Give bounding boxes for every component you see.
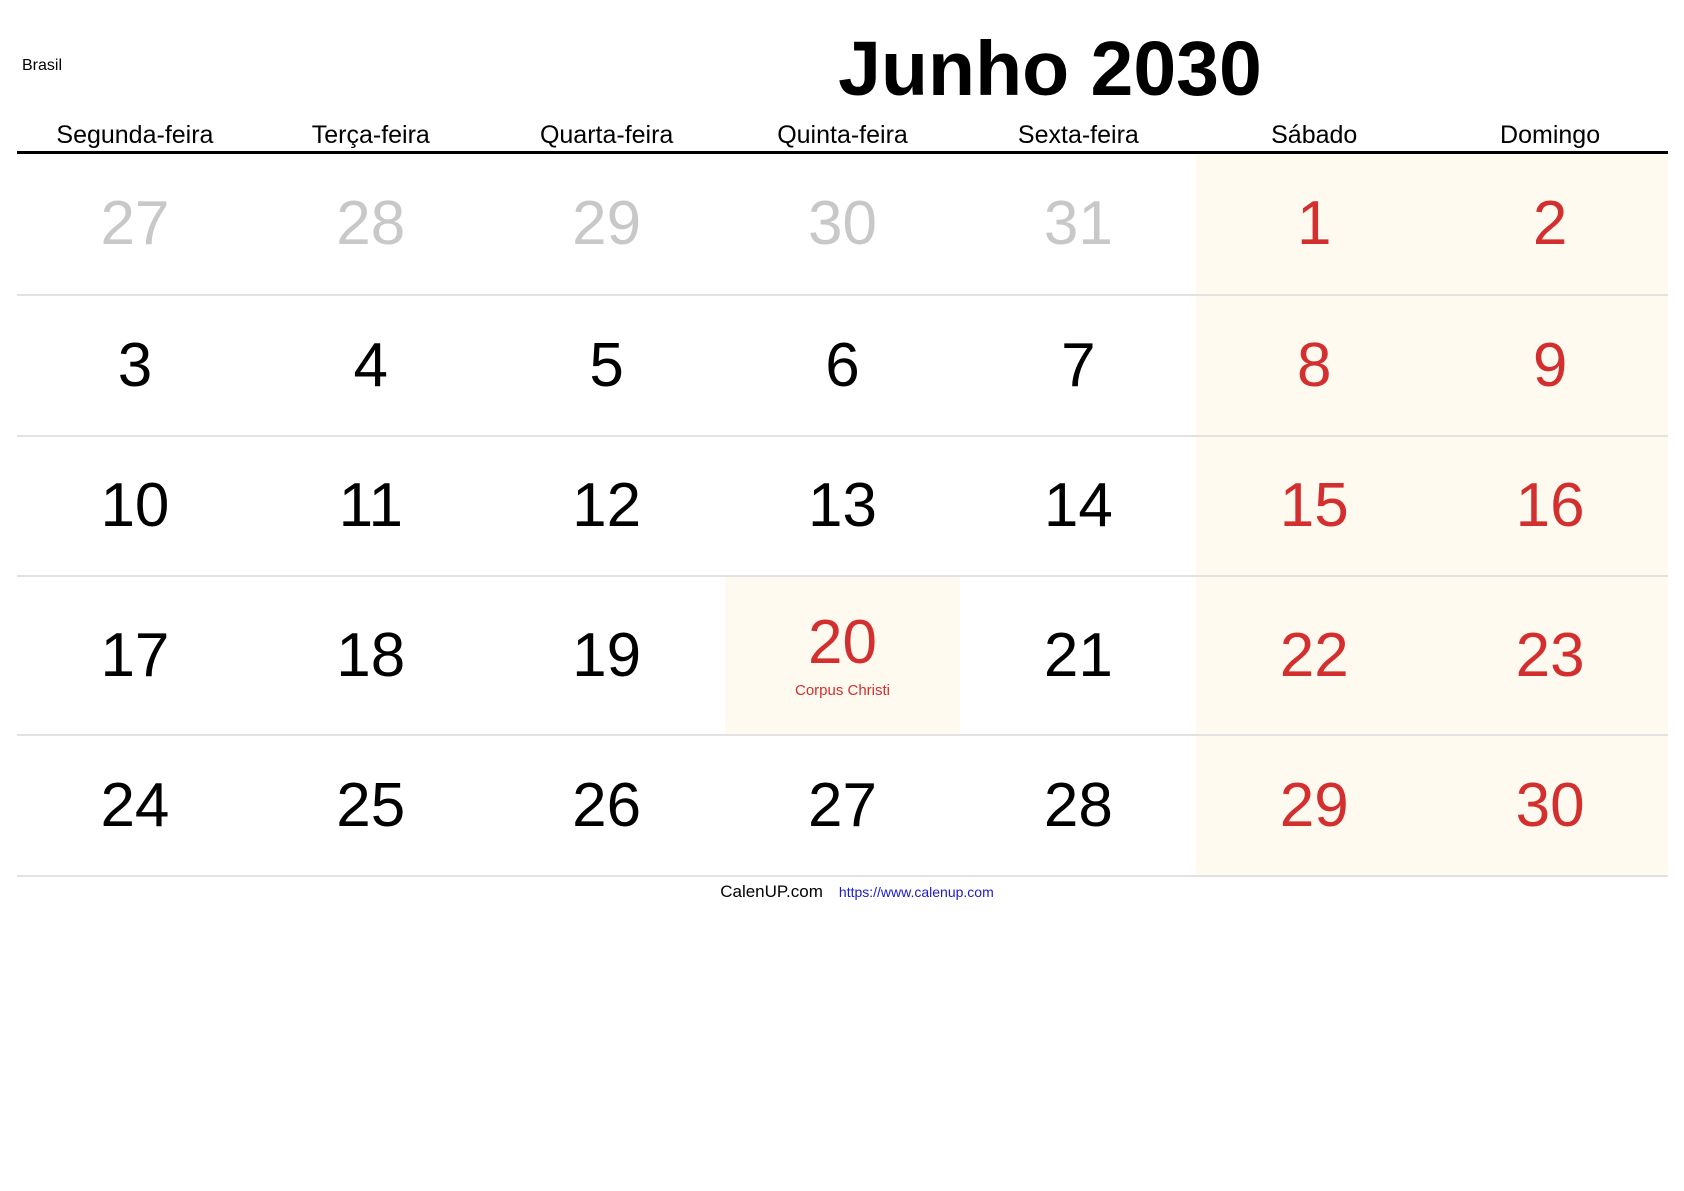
day-number: 18 [336,620,406,690]
day-cell: 2 [1432,154,1669,294]
weeks-container: 27 28 29 30 31 1 2 3 4 5 6 7 8 9 10 11 12 13 14 15 16 17 18 19 2… [17,154,1669,877]
footer: CalenUP.com https://www.calenup.com [0,882,1684,902]
day-number: 27 [808,770,877,840]
day-cell: 12 [489,437,725,575]
day-cell: 20 Corpus Christi [724,577,961,734]
day-number: 12 [572,471,642,540]
day-cell: 29 [1196,736,1433,875]
day-cell: 4 [253,296,489,435]
day-cell: 6 [725,296,961,435]
day-number: 26 [572,770,642,840]
day-number: 31 [1043,189,1113,258]
day-cell: 13 [725,437,961,575]
day-cell: 15 [1196,437,1433,575]
weekday-wednesday: Quarta-feira [539,121,674,149]
holiday-label: Corpus Christi [794,682,891,699]
weekday-monday: Segunda-feira [56,121,214,149]
day-number: 28 [1043,770,1113,840]
country-label: Brasil [22,57,63,74]
weekday-thursday: Quinta-feira [777,121,908,149]
day-cell: 27 [725,736,961,875]
day-cell: 8 [1196,296,1433,435]
day-cell: 14 [960,437,1196,575]
day-number: 1 [1296,189,1332,258]
footer-brand: CalenUP.com [720,882,823,901]
day-cell: 30 [725,154,961,294]
day-cell: 30 [1432,736,1669,875]
week-row: 10 11 12 13 14 15 16 [17,437,1669,577]
week-row: 24 25 26 27 28 29 30 [17,736,1669,877]
week-row: 27 28 29 30 31 1 2 [17,154,1669,296]
day-number: 28 [336,189,406,258]
day-number: 24 [100,770,170,840]
day-cell: 26 [489,736,725,875]
day-cell: 19 [489,577,725,734]
day-number: 29 [1279,770,1349,840]
week-row: 17 18 19 20 Corpus Christi 21 22 23 [17,577,1669,736]
day-number: 8 [1296,330,1332,400]
day-number: 23 [1515,620,1585,690]
day-cell: 11 [253,437,489,575]
day-cell: 28 [960,736,1196,875]
week-row: 3 4 5 6 7 8 9 [17,296,1669,437]
day-cell: 29 [489,154,725,294]
day-number: 5 [589,330,624,400]
day-number: 30 [1515,770,1585,840]
day-cell: 23 [1432,577,1669,734]
weekday-tuesday: Terça-feira [311,121,430,149]
day-number: 21 [1043,620,1113,690]
day-number: 7 [1061,330,1096,400]
day-cell: 9 [1432,296,1669,435]
day-cell: 18 [253,577,489,734]
day-cell: 22 [1196,577,1433,734]
day-cell: 25 [253,736,489,875]
day-number: 10 [100,471,170,540]
day-number: 22 [1279,620,1349,690]
day-number: 4 [353,330,389,400]
day-cell: 24 [17,736,253,875]
footer-link[interactable]: https://www.calenup.com [839,884,994,900]
day-cell: 7 [960,296,1196,435]
day-cell: 5 [489,296,725,435]
day-cell: 3 [17,296,253,435]
day-number: 2 [1532,189,1568,258]
day-number: 6 [825,330,860,400]
day-cell: 17 [17,577,253,734]
calendar-grid: Segunda-feira Terça-feira Quarta-feira Q… [17,115,1669,877]
day-cell: 27 [17,154,253,294]
month-title: Junho 2030 [838,26,1262,112]
day-number: 25 [336,770,406,840]
day-number: 17 [100,620,170,690]
day-number: 19 [572,620,642,690]
day-number: 16 [1515,471,1585,540]
weekday-friday: Sexta-feira [1017,121,1139,149]
day-cell: 1 [1196,154,1433,294]
day-number: 27 [100,189,170,258]
day-number: 20 [808,608,877,677]
day-cell: 31 [960,154,1196,294]
day-cell: 10 [17,437,253,575]
day-number: 3 [117,330,153,400]
day-cell: 28 [253,154,489,294]
day-cell: 21 [960,577,1196,734]
weekday-header: Segunda-feira Terça-feira Quarta-feira Q… [17,115,1668,154]
weekday-sunday: Domingo [1500,121,1601,149]
day-number: 9 [1532,330,1568,400]
day-number: 30 [808,189,877,258]
day-number: 13 [808,471,877,540]
weekday-saturday: Sábado [1271,121,1358,149]
day-number: 29 [572,189,642,258]
day-number: 15 [1279,471,1349,540]
day-cell: 16 [1432,437,1669,575]
day-number: 14 [1043,471,1113,540]
day-number: 11 [338,471,403,540]
